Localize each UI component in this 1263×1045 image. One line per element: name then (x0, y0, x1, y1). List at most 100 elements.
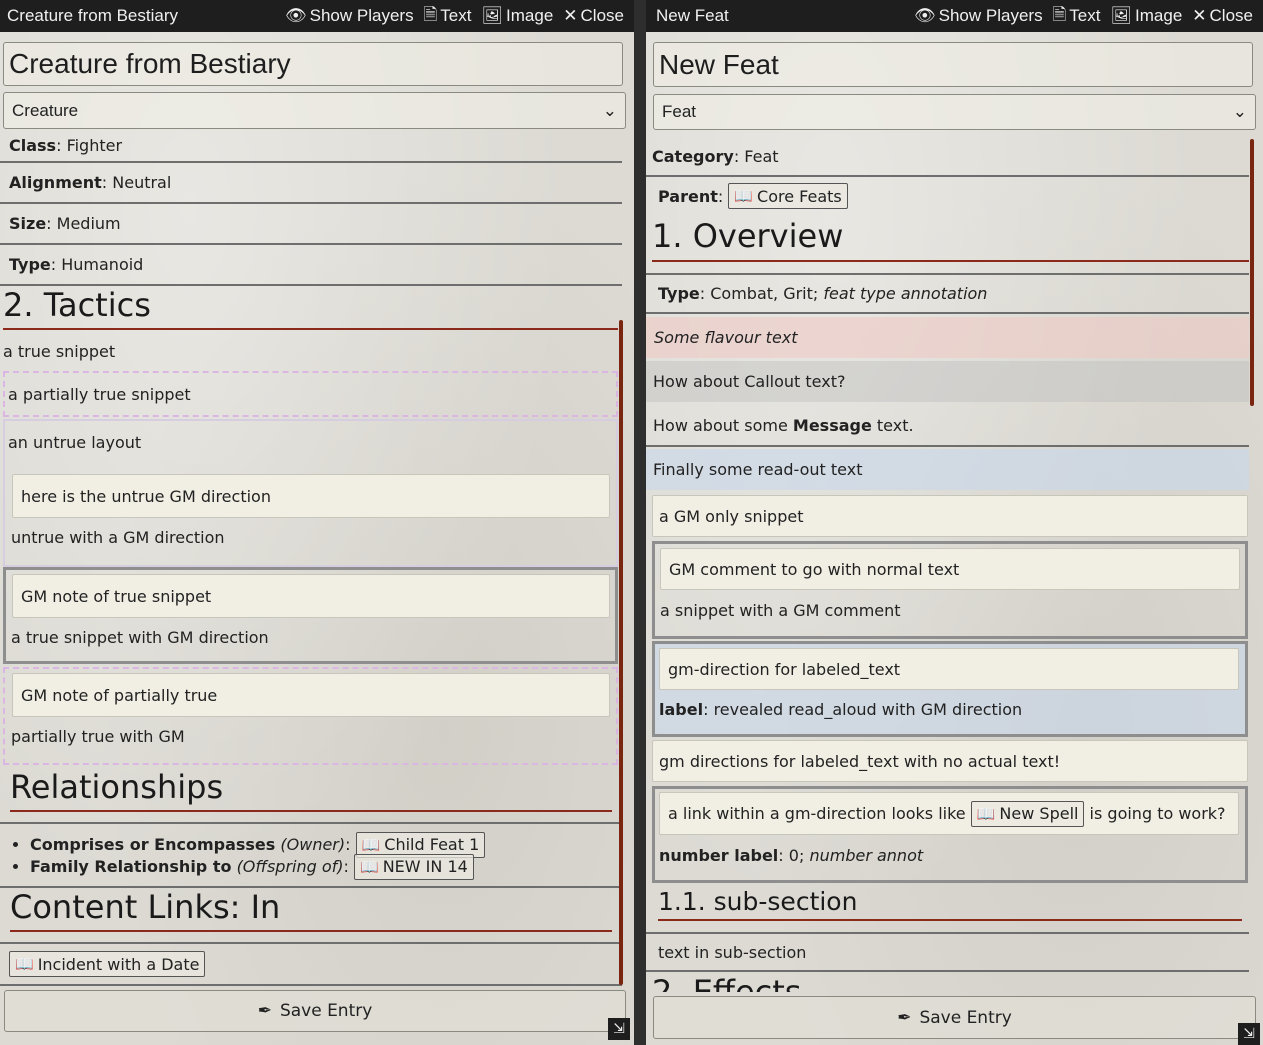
number-label-row: number label: 0; number annot (659, 845, 924, 865)
scrollbar[interactable] (1250, 139, 1254, 406)
close-button[interactable]: ✕ Close (563, 2, 624, 31)
book-icon: 📖 (361, 836, 381, 854)
field-alignment: Alignment: Neutral (0, 163, 622, 204)
message-pre: How about some (653, 415, 788, 435)
number-label: number label (659, 845, 779, 865)
window-title: New Feat (656, 6, 729, 25)
content-link-row: 📖 Incident with a Date (9, 951, 206, 977)
gm-note-partial: GM note of partially true (12, 673, 610, 717)
message-post: text. (876, 415, 914, 435)
gm-only-snippet: a GM only snippet (652, 495, 1248, 537)
link-post: is going to work? (1089, 804, 1226, 823)
label-value: revealed read_aloud with GM direction (713, 699, 1023, 719)
field-value: Fighter (66, 136, 123, 155)
heading-rule (3, 328, 618, 330)
feather-icon: ✒ (257, 1001, 272, 1021)
book-icon: 📖 (360, 858, 379, 876)
overview-heading: 1. Overview (652, 217, 844, 255)
link-pre: a link within a gm-direction looks like (668, 804, 966, 823)
new-in-14-link[interactable]: 📖 NEW IN 14 (354, 854, 474, 880)
eye-icon: 👁 (914, 6, 936, 25)
type-row: Type: Combat, Grit; feat type annotation (646, 275, 1249, 314)
field-class: Class: Fighter (0, 132, 622, 163)
save-entry-button[interactable]: ✒ Save Entry (4, 990, 626, 1032)
subsection-heading: 1.1. sub-section (658, 887, 858, 916)
field-value: Humanoid (61, 255, 144, 274)
entry-name-input[interactable]: New Feat (653, 42, 1253, 87)
eye-icon: 👁 (285, 6, 307, 25)
link-label: Child Feat 1 (384, 835, 480, 854)
resize-handle-icon[interactable]: ⇲ (1238, 1023, 1260, 1045)
relationship-name: Comprises or Encompasses (30, 835, 276, 854)
scrollbar[interactable] (619, 320, 623, 985)
feather-icon: ✒ (897, 1007, 912, 1028)
text-button[interactable]: 🗎 Text (424, 2, 472, 31)
category-label: Category (652, 146, 734, 166)
snippet-with-comment: a snippet with a GM comment (660, 600, 901, 620)
gm-comment: GM comment to go with normal text (660, 548, 1240, 590)
show-players-button[interactable]: 👁 Show Players (914, 2, 1043, 31)
relationship-item: Comprises or Encompasses (Owner): 📖Child… (30, 832, 486, 858)
window-title: Creature from Bestiary (7, 6, 178, 25)
field-size: Size: Medium (0, 204, 622, 245)
section-heading: 2. Tactics (3, 286, 151, 324)
labeled-text: label: revealed read_aloud with GM direc… (659, 699, 1023, 719)
save-label: Save Entry (919, 1007, 1012, 1028)
book-icon: 📖 (976, 804, 996, 823)
true-gm-text: a true snippet with GM direction (11, 627, 269, 647)
window-gap (634, 0, 646, 1045)
core-feats-link[interactable]: 📖 Core Feats (728, 183, 848, 209)
close-label: Close (1209, 6, 1253, 25)
effects-heading: 2. Effects (652, 973, 802, 992)
relationship-item: Family Relationship to (Offspring of): 📖… (30, 854, 485, 880)
show-players-label: Show Players (309, 6, 414, 25)
image-button[interactable]: 🖼 Image (1110, 2, 1182, 31)
gm-direction-labeled: gm-direction for labeled_text (659, 648, 1239, 690)
resize-handle-icon[interactable]: ⇲ (608, 1018, 630, 1040)
heading-rule (10, 930, 612, 932)
flavour-text: Some flavour text (646, 317, 1249, 358)
left-entry-window: Creature from Bestiary 👁 Show Players 🗎 Te… (0, 0, 634, 1045)
close-button[interactable]: ✕ Close (1192, 2, 1253, 31)
entry-type-value: Feat (662, 102, 697, 121)
relationship-role: (Offspring of) (236, 857, 344, 876)
content-links-heading: Content Links: In (10, 888, 281, 926)
incident-link[interactable]: 📖 Incident with a Date (9, 951, 206, 977)
relationships-list: Comprises or Encompasses (Owner): 📖Child… (0, 832, 486, 880)
type-value: Combat, Grit; (710, 284, 819, 303)
show-players-button[interactable]: 👁 Show Players (285, 2, 414, 31)
heading-rule (10, 810, 612, 812)
number-annotation: number annot (809, 845, 924, 865)
image-label: Image (506, 6, 554, 25)
text-label: Text (1069, 6, 1101, 25)
type-annotation: feat type annotation (823, 284, 988, 303)
image-button[interactable]: 🖼 Image (481, 2, 553, 31)
subsection-text: text in sub-section (646, 934, 1249, 972)
save-label: Save Entry (279, 1001, 373, 1021)
entry-type-select[interactable]: Creature ⌄ (3, 92, 626, 129)
text-label: Text (440, 6, 472, 25)
image-icon: 🖼 (481, 6, 504, 25)
link-label: New Spell (999, 804, 1079, 823)
document-icon: 🗎 (1052, 4, 1067, 24)
callout-text: How about Callout text? (646, 361, 1249, 402)
untrue-gm-text: untrue with a GM direction (11, 527, 225, 547)
link-label: NEW IN 14 (382, 857, 468, 876)
message-text: How about some Message text. (646, 405, 1249, 447)
entry-content[interactable]: Class: Fighter Alignment: Neutral Size: … (0, 132, 622, 986)
divider (0, 982, 622, 986)
divider (0, 820, 622, 824)
right-entry-window: New Feat 👁 Show Players 🗎 Text 🖼 Image ✕ Clo… (646, 0, 1263, 1045)
entry-content[interactable]: Category: Feat Parent: 📖 Core Feats 1. Ov… (646, 137, 1249, 992)
entry-type-select[interactable]: Feat ⌄ (653, 94, 1256, 130)
gm-note-true: GM note of true snippet (12, 574, 610, 618)
window-titlebar[interactable]: Creature from Bestiary 👁 Show Players 🗎 Te… (0, 0, 634, 32)
entry-name-input[interactable]: Creature from Bestiary (3, 42, 623, 86)
text-button[interactable]: 🗎 Text (1053, 2, 1101, 31)
relationship-role: (Owner) (280, 835, 346, 854)
save-entry-button[interactable]: ✒ Save Entry (653, 996, 1256, 1039)
book-icon: 📖 (734, 187, 754, 205)
chevron-down-icon: ⌄ (602, 100, 617, 120)
new-spell-link[interactable]: 📖 New Spell (970, 800, 1085, 827)
window-titlebar[interactable]: New Feat 👁 Show Players 🗎 Text 🖼 Image ✕ Clo… (646, 0, 1263, 32)
